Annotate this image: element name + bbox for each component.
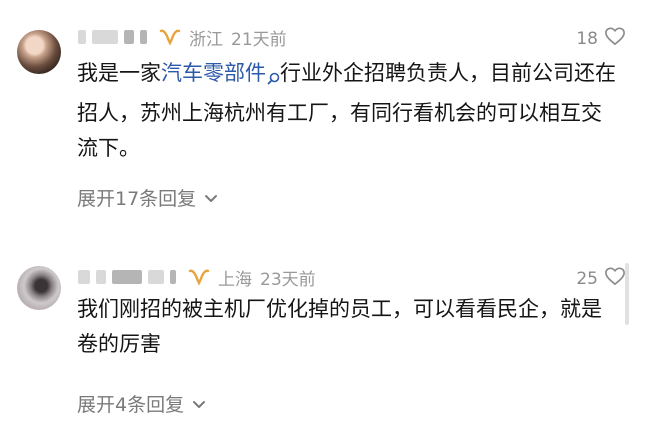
comment-time: 21天前 bbox=[231, 29, 287, 50]
search-link-label[interactable]: 汽车零部件 bbox=[161, 61, 266, 85]
username-blurred[interactable] bbox=[140, 30, 147, 44]
like-button[interactable]: 18 bbox=[576, 26, 626, 51]
avatar[interactable] bbox=[17, 266, 61, 310]
search-icon[interactable] bbox=[267, 61, 280, 96]
username-blurred[interactable] bbox=[78, 30, 86, 44]
comment-location: 上海 bbox=[218, 269, 252, 290]
chevron-down-icon[interactable] bbox=[204, 187, 218, 209]
gold-v-badge-icon bbox=[188, 266, 210, 288]
username-blurred[interactable] bbox=[92, 30, 118, 44]
comment-time: 23天前 bbox=[260, 269, 316, 290]
expand-replies-label[interactable]: 展开17条回复 bbox=[77, 184, 196, 211]
username-blurred[interactable] bbox=[96, 270, 106, 284]
like-count: 25 bbox=[576, 268, 598, 289]
heart-outline-icon[interactable] bbox=[604, 26, 626, 51]
heart-outline-icon[interactable] bbox=[604, 266, 626, 291]
expand-replies-label[interactable]: 展开4条回复 bbox=[77, 390, 184, 417]
username-blurred[interactable] bbox=[78, 270, 90, 284]
gold-v-badge-icon bbox=[159, 26, 181, 48]
expand-replies-button[interactable]: 展开17条回复 bbox=[77, 184, 218, 211]
username-blurred[interactable] bbox=[112, 270, 142, 284]
username-blurred[interactable] bbox=[124, 30, 134, 44]
comment-location: 浙江 bbox=[189, 29, 223, 50]
comment-meta: 浙江 21天前 bbox=[78, 25, 287, 50]
expand-replies-button[interactable]: 展开4条回复 bbox=[77, 390, 206, 417]
username-blurred[interactable] bbox=[148, 270, 164, 284]
username-blurred[interactable] bbox=[170, 270, 176, 284]
comment-text-part: 我是一家 bbox=[77, 61, 161, 85]
comment-meta: 上海 23天前 bbox=[78, 265, 316, 290]
scrollbar[interactable] bbox=[625, 263, 629, 325]
avatar[interactable] bbox=[17, 30, 61, 74]
comment-item: 浙江 21天前 18 我是一家汽车零部件 行业外企招聘负责人，目前公司还在招人，苏… bbox=[0, 0, 650, 232]
comment-text: 我是一家汽车零部件 行业外企招聘负责人，目前公司还在招人，苏州上海杭州有工厂，有同… bbox=[77, 56, 617, 166]
like-button[interactable]: 25 bbox=[576, 266, 626, 291]
chevron-down-icon[interactable] bbox=[192, 393, 206, 415]
comment-text: 我们刚招的被主机厂优化掉的员工，可以看看民企，就是卷的厉害 bbox=[77, 297, 602, 356]
search-link[interactable]: 汽车零部件 bbox=[161, 61, 280, 85]
comment-item: 上海 23天前 25 我们刚招的被主机厂优化掉的员工，可以看看民企，就是卷的厉害… bbox=[0, 244, 650, 434]
like-count: 18 bbox=[576, 28, 598, 49]
